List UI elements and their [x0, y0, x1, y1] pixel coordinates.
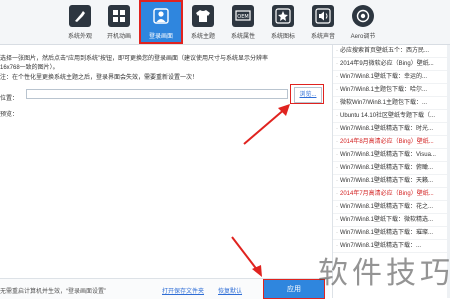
bottom-note: 无需重启计算机并生效，“登录画面设置”	[0, 289, 106, 295]
tab-system-properties[interactable]: OEM 系统属性	[223, 2, 263, 42]
aero-icon	[352, 5, 374, 27]
note-line: 注：在个性化里更换系统主题之后，登录界面会失效，需要重新设置一次！	[0, 75, 199, 81]
news-item-text: Win7/Win8.1壁纸精选下载：Visua...	[340, 152, 436, 158]
svg-text:OEM: OEM	[237, 14, 248, 20]
news-item[interactable]: · Win7/Win8.1壁纸精选下载：璀璨...	[333, 227, 450, 240]
path-label: 位置：	[0, 96, 19, 102]
watermark-text: 软件技巧	[318, 257, 450, 290]
bullet-icon: ·	[336, 100, 338, 106]
bullet-icon: ·	[336, 152, 338, 158]
bullet-icon: ·	[336, 126, 338, 132]
news-item[interactable]: · Win7/Win8.1壁纸精选下载：花之...	[333, 201, 450, 214]
news-item-text: 2014年7月高清必应（Bing）壁纸...	[340, 191, 434, 197]
news-item-text: Win7/Win8.1壁纸下载：微软精选...	[340, 217, 434, 223]
tab-system-icons[interactable]: 系统图标	[263, 2, 303, 42]
tab-boot-animation[interactable]: 开机动画	[99, 2, 139, 42]
news-item-text: Win7/Win8.1壁纸下载：幸运的...	[340, 74, 428, 80]
bullet-icon: ·	[336, 165, 338, 171]
news-item-text: 2014年8月高清必应（Bing）壁纸...	[340, 139, 434, 145]
description-line-2: 16x768一致的图片）。	[0, 65, 59, 71]
news-item[interactable]: · Win7/Win8.1壁纸精选下载：Visua...	[333, 149, 450, 162]
login-screen-panel: 选择一张图片，然后点击“应用到系统”按钮，即可更换您的登录画面（建议使用尺寸与系…	[0, 45, 330, 299]
oem-icon: OEM	[232, 5, 254, 27]
tab-system-theme[interactable]: 系统主题	[183, 2, 223, 42]
palette-icon	[69, 5, 91, 27]
bullet-icon: ·	[336, 48, 338, 54]
news-item-text: Ubuntu 14.10社区壁纸专题下载（...	[340, 113, 436, 119]
news-item[interactable]: · Win7/Win8.1壁纸精选下载：俯瞰...	[333, 162, 450, 175]
description-line-1: 选择一张图片，然后点击“应用到系统”按钮，即可更换您的登录画面（建议使用尺寸与系…	[0, 56, 268, 62]
news-item-text: Win7/Win8.1壁纸精选下载：天籁...	[340, 178, 434, 184]
news-item[interactable]: · Win7/Win8.1壁纸精选下载：天籁...	[333, 175, 450, 188]
news-item-text: Win7/Win8.1主题包下载：哈尔...	[340, 87, 428, 93]
bullet-icon: ·	[336, 61, 338, 67]
news-item-text: 微软Win7/Win8.1主题包下载：...	[340, 100, 428, 106]
tshirt-icon	[192, 5, 214, 27]
star-icon	[272, 5, 294, 27]
news-item[interactable]: · 2014年8月高清必应（Bing）壁纸...	[333, 136, 450, 149]
news-item[interactable]: · Win7/Win8.1壁纸精选下载：时光...	[333, 123, 450, 136]
news-list: · 必应搜索首页壁纸五个：西方民... · 2014年9月微软必应（Bing）壁纸..…	[333, 45, 450, 253]
bottom-action-bar: 无需重启计算机并生效，“登录画面设置” 打开保存文件夹 恢复默认 应用	[0, 278, 330, 299]
news-item-text: Win7/Win8.1壁纸精选下载：花之...	[340, 204, 434, 210]
news-item-text: Win7/Win8.1壁纸精选下载：璀璨...	[340, 230, 434, 236]
speaker-icon	[312, 5, 334, 27]
news-item-text: Win7/Win8.1壁纸精选下载：俯瞰...	[340, 165, 434, 171]
bullet-icon: ·	[336, 217, 338, 223]
top-toolbar: 系统外观 开机动画 登录画面 系统主题 OEM 系统属性 系统图标 系统声音 A…	[0, 0, 450, 45]
tab-aero-adjust[interactable]: Aero调节	[343, 2, 383, 42]
reset-default-link[interactable]: 恢复默认	[218, 286, 242, 295]
bullet-icon: ·	[336, 139, 338, 145]
news-item[interactable]: · Win7/Win8.1壁纸下载：幸运的...	[333, 71, 450, 84]
open-save-folder-link[interactable]: 打开保存文件夹	[162, 286, 204, 295]
preview-label: 预览：	[0, 112, 19, 118]
tab-login-screen[interactable]: 登录画面	[139, 0, 183, 44]
news-item-text: Win7/Win8.1壁纸精选下载：时光...	[340, 126, 434, 132]
news-item[interactable]: · 2014年7月高清必应（Bing）壁纸...	[333, 188, 450, 201]
image-path-field[interactable]	[26, 89, 288, 99]
bullet-icon: ·	[336, 191, 338, 197]
user-login-icon	[150, 5, 172, 27]
news-item-text: 必应搜索首页壁纸五个：西方民...	[340, 48, 430, 54]
bullet-icon: ·	[336, 74, 338, 80]
bullet-icon: ·	[336, 87, 338, 93]
tab-system-sound[interactable]: 系统声音	[303, 2, 343, 42]
browse-button[interactable]: 浏览...	[294, 87, 322, 103]
windows-flag-icon	[108, 5, 130, 27]
news-item[interactable]: · Ubuntu 14.10社区壁纸专题下载（...	[333, 110, 450, 123]
apply-button[interactable]: 应用	[263, 279, 325, 299]
news-item[interactable]: · 微软Win7/Win8.1主题包下载：...	[333, 97, 450, 110]
tab-system-appearance[interactable]: 系统外观	[60, 2, 100, 42]
bullet-icon: ·	[336, 230, 338, 236]
bullet-icon: ·	[336, 178, 338, 184]
news-item[interactable]: · 必应搜索首页壁纸五个：西方民...	[333, 45, 450, 58]
bullet-icon: ·	[336, 204, 338, 210]
news-item[interactable]: · 2014年9月微软必应（Bing）壁纸...	[333, 58, 450, 71]
news-item[interactable]: · Win7/Win8.1壁纸下载：微软精选...	[333, 214, 450, 227]
news-item-text: 2014年9月微软必应（Bing）壁纸...	[340, 61, 434, 67]
bullet-icon: ·	[336, 113, 338, 119]
news-item[interactable]: · Win7/Win8.1主题包下载：哈尔...	[333, 84, 450, 97]
